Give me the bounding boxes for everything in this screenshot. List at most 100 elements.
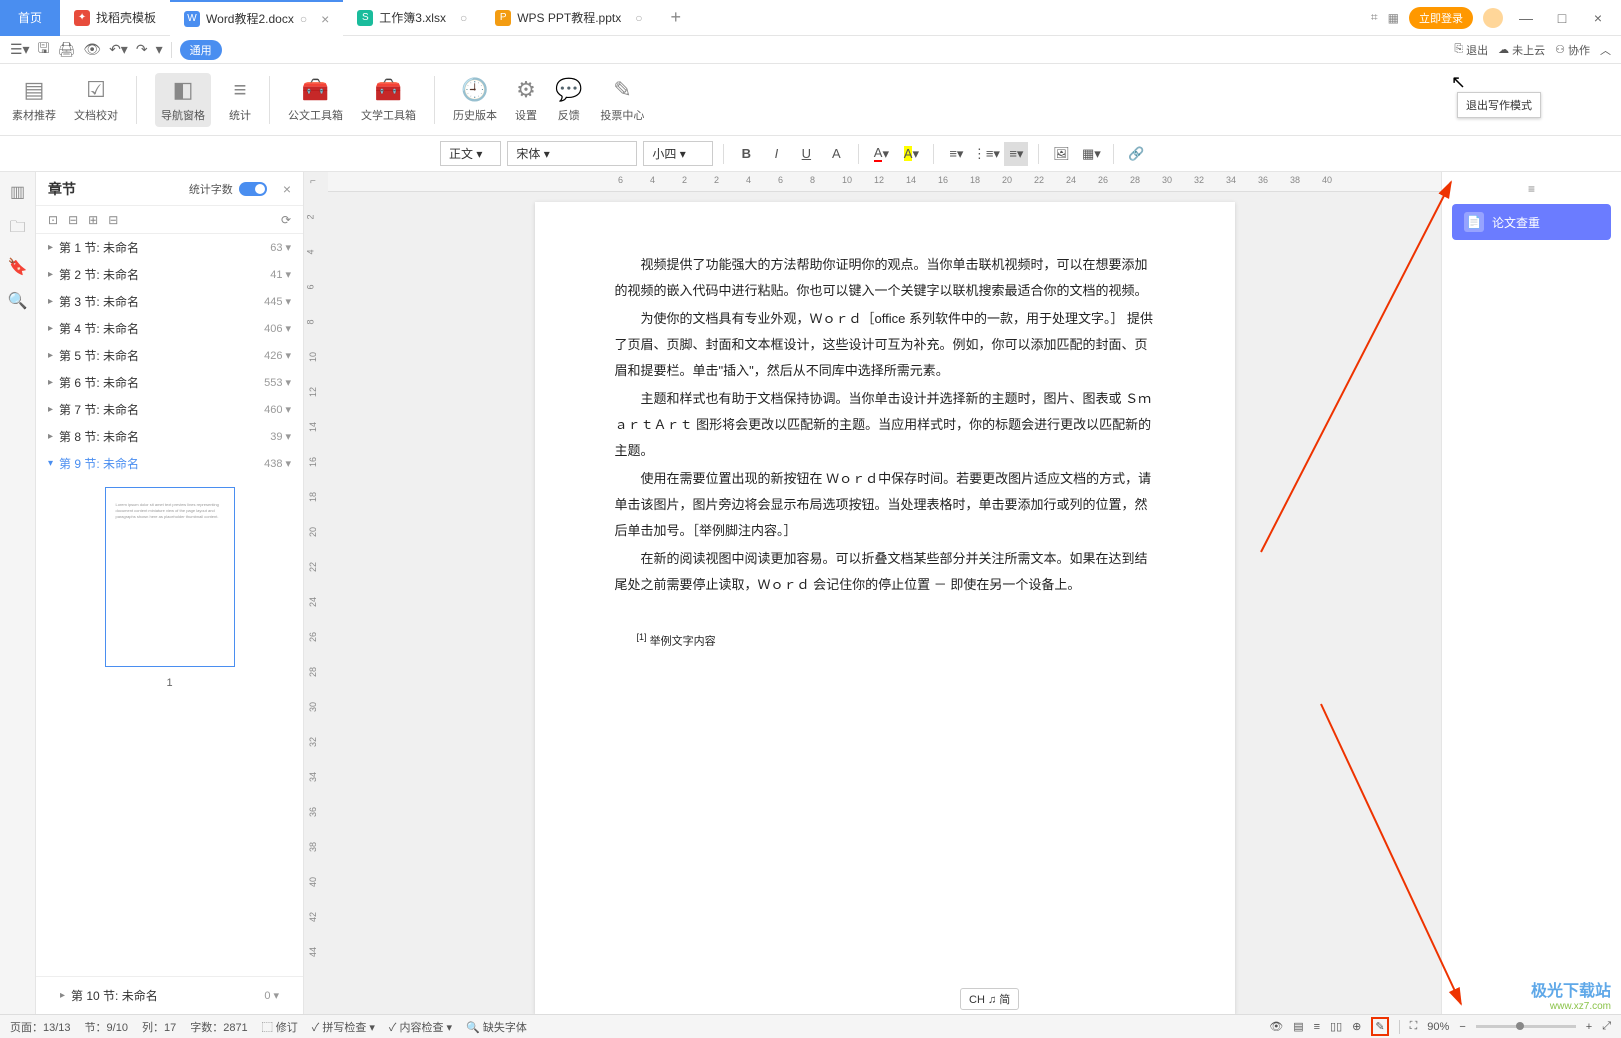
tab-ppt[interactable]: P WPS PPT教程.pptx ○ bbox=[481, 0, 656, 36]
tool-add-icon[interactable]: ⊞ bbox=[88, 213, 98, 227]
print-icon[interactable]: 🖨 bbox=[58, 41, 76, 58]
dropdown-icon[interactable]: ▾ bbox=[156, 41, 163, 58]
plagiarism-check-button[interactable]: 📄 论文查重 bbox=[1452, 204, 1611, 240]
zoom-out-button[interactable]: − bbox=[1459, 1021, 1465, 1033]
chapter-item[interactable]: ▸第 2 节: 未命名41▾ bbox=[36, 261, 303, 288]
ribbon-feedback[interactable]: 💬反馈 bbox=[555, 77, 582, 123]
status-edit[interactable]: ⬚ 修订 bbox=[262, 1019, 298, 1035]
style-select[interactable]: 正文 ▾ bbox=[440, 141, 501, 166]
collapse-ribbon-button[interactable]: ︿ bbox=[1600, 42, 1611, 58]
web-icon[interactable]: ⊕ bbox=[1352, 1020, 1361, 1033]
tab-xls[interactable]: S 工作簿3.xlsx ○ bbox=[343, 0, 481, 36]
tab-home[interactable]: 首页 bbox=[0, 0, 60, 36]
ribbon-stats[interactable]: ≡统计 bbox=[229, 77, 251, 123]
highlight-button[interactable]: A▾ bbox=[899, 142, 923, 166]
status-words[interactable]: 字数：2871 bbox=[190, 1019, 247, 1035]
font-style-button[interactable]: A bbox=[824, 142, 848, 166]
menu-icon[interactable]: ☰▾ bbox=[10, 41, 30, 58]
ime-indicator[interactable]: CH ♫ 简 bbox=[960, 988, 1019, 1010]
fullscreen-icon[interactable]: ⤢ bbox=[1602, 1020, 1611, 1033]
save-icon[interactable]: 🖫 bbox=[38, 38, 50, 62]
align-button[interactable]: ≡▾ bbox=[1004, 142, 1028, 166]
size-select[interactable]: 小四 ▾ bbox=[643, 141, 713, 166]
italic-button[interactable]: I bbox=[764, 142, 788, 166]
zoom-in-button[interactable]: + bbox=[1586, 1021, 1592, 1033]
chapter-item[interactable]: ▸第 1 节: 未命名63▾ bbox=[36, 234, 303, 261]
write-mode-icon[interactable]: ✎ bbox=[1371, 1017, 1388, 1036]
panel-close-icon[interactable]: × bbox=[283, 181, 291, 197]
ribbon-proof[interactable]: ☑文档校对 bbox=[74, 77, 118, 123]
bullet-list-button[interactable]: ⋮≡▾ bbox=[974, 142, 998, 166]
undo-icon[interactable]: ↶▾ bbox=[109, 41, 128, 58]
horizontal-ruler[interactable]: 642246810121416182022242628303234363840 bbox=[328, 172, 1441, 192]
ribbon-settings[interactable]: ⚙设置 bbox=[515, 77, 537, 123]
status-page[interactable]: 页面：13/13 bbox=[10, 1019, 71, 1035]
chapter-item[interactable]: ▸第 3 节: 未命名445▾ bbox=[36, 288, 303, 315]
close-icon[interactable]: × bbox=[321, 11, 329, 27]
eye-icon[interactable]: 👁 bbox=[1269, 1020, 1283, 1033]
chapter-item[interactable]: ▸第 10 节: 未命名0▾ bbox=[48, 982, 291, 1009]
outline-icon[interactable]: ▥ bbox=[10, 182, 25, 202]
chapter-item[interactable]: ▸第 7 节: 未命名460▾ bbox=[36, 396, 303, 423]
redo-icon[interactable]: ↷ bbox=[136, 41, 148, 58]
exit-button[interactable]: ⎘退出 bbox=[1454, 42, 1488, 58]
login-button[interactable]: 立即登录 bbox=[1409, 7, 1473, 29]
status-font-missing[interactable]: 🔍 缺失字体 bbox=[466, 1019, 527, 1035]
view-mode-2-icon[interactable]: ≡ bbox=[1314, 1021, 1320, 1033]
font-select[interactable]: 宋体 ▾ bbox=[507, 141, 637, 166]
ribbon-gov-tools[interactable]: 🧰公文工具箱 bbox=[288, 77, 343, 123]
image-button[interactable]: 🖼 bbox=[1049, 142, 1073, 166]
preview-icon[interactable]: 👁 bbox=[83, 41, 101, 58]
font-color-button[interactable]: A▾ bbox=[869, 142, 893, 166]
ruler-mark: 42 bbox=[308, 912, 318, 922]
folder-icon[interactable]: 🗀 bbox=[9, 216, 25, 243]
tool-collapse-icon[interactable]: ⊟ bbox=[68, 213, 78, 227]
view-mode-1-icon[interactable]: ▤ bbox=[1293, 1020, 1303, 1033]
chapter-item[interactable]: ▸第 6 节: 未命名553▾ bbox=[36, 369, 303, 396]
chapter-item[interactable]: ▸第 5 节: 未命名426▾ bbox=[36, 342, 303, 369]
ribbon-lit-tools[interactable]: 🧰文学工具箱 bbox=[361, 77, 416, 123]
bold-button[interactable]: B bbox=[734, 142, 758, 166]
maximize-button[interactable]: □ bbox=[1549, 10, 1575, 26]
tab-template[interactable]: ✦ 找稻壳模板 bbox=[60, 0, 170, 36]
tab-add-button[interactable]: + bbox=[657, 7, 696, 28]
tab-doc-active[interactable]: W Word教程2.docx ○ × bbox=[170, 0, 343, 36]
close-window-button[interactable]: × bbox=[1585, 10, 1611, 26]
zoom-value[interactable]: 90% bbox=[1427, 1021, 1449, 1033]
mode-badge[interactable]: 通用 bbox=[180, 40, 222, 60]
cloud-status[interactable]: ☁未上云 bbox=[1498, 42, 1545, 58]
ribbon-vote[interactable]: ✎投票中心 bbox=[600, 77, 644, 123]
apps-icon[interactable]: ▦ bbox=[1388, 11, 1399, 25]
tool-refresh-icon[interactable]: ⟳ bbox=[281, 213, 291, 227]
status-line[interactable]: 列：17 bbox=[142, 1019, 176, 1035]
tool-remove-icon[interactable]: ⊟ bbox=[108, 213, 118, 227]
status-spell[interactable]: ✓ 拼写检查 ▾ bbox=[312, 1019, 375, 1035]
avatar[interactable] bbox=[1483, 8, 1503, 28]
zoom-slider[interactable] bbox=[1476, 1025, 1576, 1028]
table-button[interactable]: ▦▾ bbox=[1079, 142, 1103, 166]
stats-toggle[interactable] bbox=[239, 182, 267, 196]
chapter-item-selected[interactable]: ▾第 9 节: 未命名438▾ bbox=[36, 450, 303, 477]
number-list-button[interactable]: ≡▾ bbox=[944, 142, 968, 166]
chapter-item[interactable]: ▸第 8 节: 未命名39▾ bbox=[36, 423, 303, 450]
status-content[interactable]: ✓ 内容检查 ▾ bbox=[389, 1019, 452, 1035]
tool-expand-icon[interactable]: ⊡ bbox=[48, 213, 58, 227]
status-section[interactable]: 节：9/10 bbox=[85, 1019, 128, 1035]
underline-button[interactable]: U bbox=[794, 142, 818, 166]
search-icon[interactable]: 🔍 bbox=[8, 291, 28, 311]
ribbon-history[interactable]: 🕘历史版本 bbox=[453, 77, 497, 123]
document-scroll[interactable]: 视频提供了功能强大的方法帮助你证明你的观点。当你单击联机视频时，可以在想要添加的… bbox=[328, 192, 1441, 1014]
grid3-icon[interactable]: ⌗ bbox=[1371, 10, 1378, 25]
bookmark-icon[interactable]: 🔖 bbox=[8, 257, 28, 277]
ribbon-nav[interactable]: ◧导航窗格 bbox=[155, 73, 211, 127]
document-page[interactable]: 视频提供了功能强大的方法帮助你证明你的观点。当你单击联机视频时，可以在想要添加的… bbox=[535, 202, 1235, 1014]
fit-page-icon[interactable]: ⛶ bbox=[1410, 1020, 1418, 1033]
minimize-button[interactable]: — bbox=[1513, 10, 1539, 26]
chapter-item[interactable]: ▸第 4 节: 未命名406▾ bbox=[36, 315, 303, 342]
collapse-panel-icon[interactable]: ≡ bbox=[1452, 182, 1611, 196]
collab-button[interactable]: ⚇协作 bbox=[1555, 42, 1590, 58]
link-button[interactable]: 🔗 bbox=[1124, 142, 1148, 166]
view-mode-3-icon[interactable]: ▯▯ bbox=[1330, 1020, 1342, 1033]
page-thumbnail[interactable]: Lorem ipsum dolor sit amet text preview … bbox=[105, 487, 235, 667]
ribbon-material[interactable]: ▤素材推荐 bbox=[12, 77, 56, 123]
